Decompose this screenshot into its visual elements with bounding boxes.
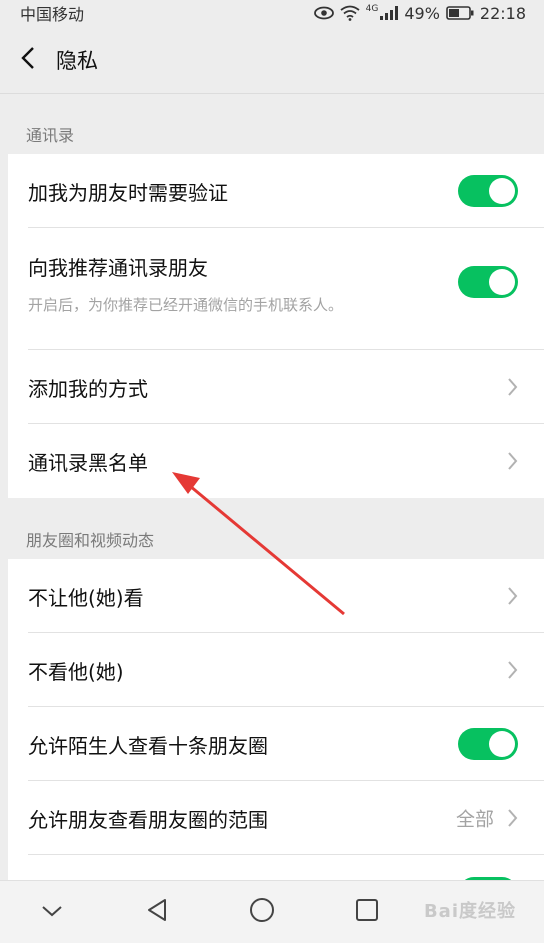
chevron-right-icon xyxy=(507,451,518,475)
circle-home-icon xyxy=(249,897,275,927)
dont-see-row[interactable]: 不看他(她) xyxy=(8,633,544,707)
clock: 22:18 xyxy=(479,3,526,23)
network-type-label: 4G xyxy=(365,3,379,14)
hide-from-row[interactable]: 不让他(她)看 xyxy=(8,559,544,633)
chevron-left-icon xyxy=(21,46,35,74)
section-header-moments: 朋友圈和视频动态 xyxy=(26,531,155,550)
chevron-right-icon xyxy=(507,808,518,832)
blacklist-row[interactable]: 通讯录黑名单 xyxy=(8,424,544,498)
recommend-label: 向我推荐通讯录朋友 xyxy=(28,256,208,280)
verify-toggle[interactable] xyxy=(458,175,518,207)
wifi-icon xyxy=(340,5,360,21)
stranger-ten-row: 允许陌生人查看十条朋友圈 xyxy=(8,707,544,781)
toggle-knob xyxy=(489,731,515,757)
chevron-right-icon xyxy=(507,377,518,401)
recommend-description: 开启后，为你推荐已经开通微信的手机联系人。 xyxy=(28,296,344,314)
verify-label: 加我为朋友时需要验证 xyxy=(28,180,228,205)
page-title: 隐私 xyxy=(56,48,98,73)
moments-group: 不让他(她)看 不看他(她) 允许陌生人查看十条朋友圈 允许朋友查看朋友圈的范围… xyxy=(8,559,544,889)
section-header-contacts: 通讯录 xyxy=(26,126,75,145)
range-row[interactable]: 允许朋友查看朋友圈的范围 全部 xyxy=(8,781,544,855)
eye-icon xyxy=(313,6,334,20)
verify-row: 加我为朋友时需要验证 xyxy=(8,154,544,228)
nav-back-button[interactable] xyxy=(127,881,187,943)
stranger-ten-toggle[interactable] xyxy=(458,728,518,760)
carrier-name: 中国移动 xyxy=(20,5,85,24)
triangle-back-icon xyxy=(146,898,168,926)
square-recents-icon xyxy=(355,898,379,926)
nav-home-button[interactable] xyxy=(232,881,292,943)
hide-from-label: 不让他(她)看 xyxy=(28,585,144,610)
add-methods-row[interactable]: 添加我的方式 xyxy=(8,350,544,424)
range-value: 全部 xyxy=(455,808,494,831)
toggle-knob xyxy=(489,269,515,295)
nav-hide-button[interactable] xyxy=(22,881,82,943)
battery-percent: 49% xyxy=(404,3,440,23)
watermark: Bai度经验 xyxy=(423,901,516,922)
nav-bar: 隐私 xyxy=(0,26,544,94)
signal-icon xyxy=(380,6,399,20)
contacts-group: 加我为朋友时需要验证 向我推荐通讯录朋友 开启后，为你推荐已经开通微信的手机联系… xyxy=(8,154,544,498)
range-label: 允许朋友查看朋友圈的范围 xyxy=(28,807,268,832)
back-button[interactable] xyxy=(0,26,56,94)
chevron-down-icon xyxy=(41,903,63,922)
status-icons: 4G 49% 22:18 xyxy=(313,3,526,23)
recommend-toggle[interactable] xyxy=(458,266,518,298)
battery-icon xyxy=(446,6,474,20)
stranger-ten-label: 允许陌生人查看十条朋友圈 xyxy=(28,733,268,758)
add-methods-label: 添加我的方式 xyxy=(28,376,148,401)
recommend-row: 向我推荐通讯录朋友 开启后，为你推荐已经开通微信的手机联系人。 xyxy=(8,228,544,350)
nav-recents-button[interactable] xyxy=(337,881,397,943)
toggle-knob xyxy=(489,178,515,204)
dont-see-label: 不看他(她) xyxy=(28,659,124,684)
chevron-right-icon xyxy=(507,586,518,610)
status-bar: 中国移动 4G 49% 22:18 xyxy=(0,0,544,26)
blacklist-label: 通讯录黑名单 xyxy=(28,450,148,475)
chevron-right-icon xyxy=(507,660,518,684)
